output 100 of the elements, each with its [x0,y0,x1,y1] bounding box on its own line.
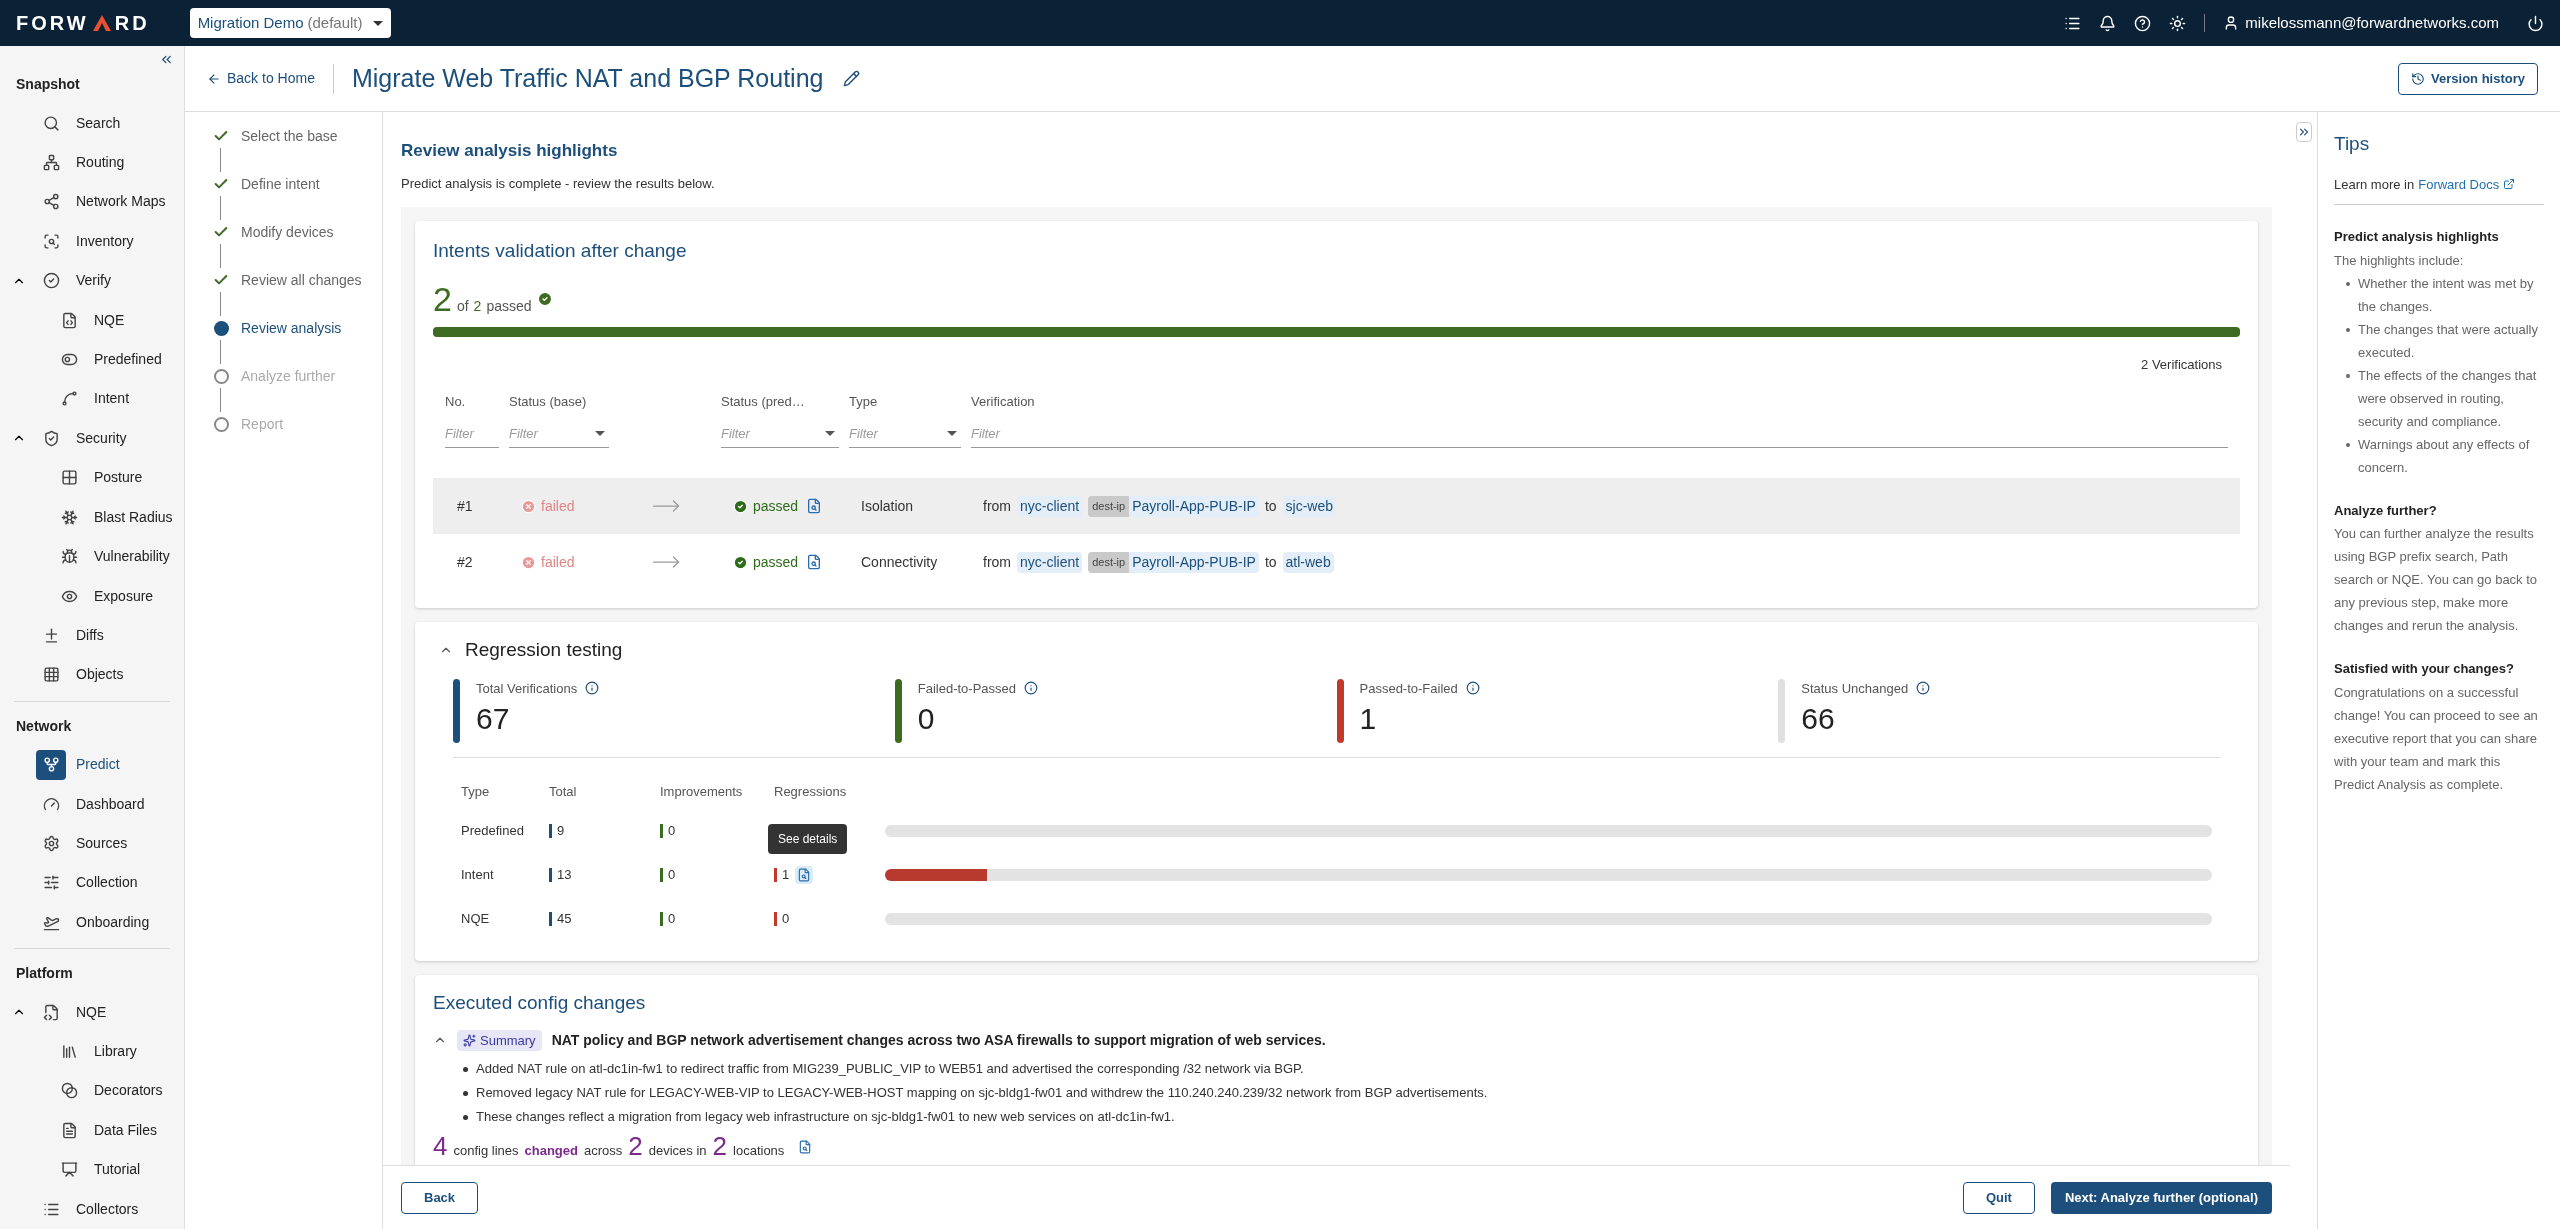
docs-link[interactable]: Forward Docs [2418,174,2500,194]
tip-bullet: Whether the intent was met by the changes. [2358,274,2535,316]
learn-more-text: Learn more in [2334,175,2415,194]
sidebar-item[interactable]: Diffs [76,624,104,646]
sidebar-item[interactable]: Vulnerability [94,546,170,568]
bullet-icon [2346,327,2350,332]
status-label: failed [541,552,575,572]
source-tag: nyc-client [1017,495,1083,517]
status-label: passed [753,496,799,516]
status-label: failed [541,496,575,516]
sidebar-item[interactable]: Blast Radius [94,506,173,528]
stat-value: 1 [1359,701,1378,737]
file-search-icon[interactable] [806,554,823,570]
bullet-icon [463,1114,468,1120]
summary-text: NAT policy and BGP network advertisement changes across two ASA firewalls to support migration of web services. [551,1030,1326,1050]
info-icon[interactable] [585,681,600,696]
details-icon[interactable] [795,866,814,884]
back-link[interactable]: Back to Home [207,68,315,89]
tip-bullet: The effects of the changes that were observed in routing, security and compliance. [2358,366,2538,431]
sidebar-item[interactable]: Posture [94,467,143,489]
file-icon[interactable] [798,1139,813,1154]
sidebar-item[interactable]: NQE [76,1001,107,1023]
workspace-dropdown[interactable]: Migration Demo (default) [189,8,391,38]
change-description: These changes reflect a migration from legacy web infrastructure on sjc-bldg1-fw01 to new web services on atl-dc1in-fw1. [476,1108,1175,1127]
check-icon [536,291,553,307]
sidebar-item[interactable]: Sources [76,833,128,854]
summary-stat-text: 4 [433,1133,448,1159]
sidebar-item[interactable]: Verify [76,270,111,292]
logo-icon [90,13,113,33]
collapse-tips-icon[interactable] [2295,122,2312,142]
step-label[interactable]: Review all changes [241,269,362,291]
sidebar-section-title: Snapshot [15,75,81,95]
column-header: Improvements [660,782,744,801]
sidebar-item[interactable]: Data Files [94,1119,158,1141]
sidebar-item[interactable]: Collection [76,872,138,894]
user-email[interactable]: mikelossmann@forwardnetworks.com [2245,11,2499,35]
help-icon[interactable] [2134,14,2152,32]
tip-text: The highlights include: [2334,251,2465,270]
external-link-icon [2503,178,2516,191]
version-history-button[interactable]: Version history [2398,62,2538,95]
theme-icon[interactable] [2169,14,2187,32]
step-label[interactable]: Select the base [241,125,338,147]
step-label[interactable]: Define intent [241,173,320,195]
step-label[interactable]: Review analysis [241,317,342,339]
step-label[interactable]: Modify devices [241,221,334,243]
next-button[interactable]: Next: Analyze further (optional) [2050,1181,2272,1214]
sidebar-item[interactable]: Intent [94,388,130,410]
sidebar-item[interactable]: Objects [76,664,124,686]
sidebar-item[interactable]: Tutorial [94,1159,141,1181]
stat-label: Total Verifications [476,679,578,698]
status-label: passed [753,552,799,572]
sidebar-item[interactable]: Dashboard [76,793,145,815]
summary-stat-text: changed [524,1142,578,1160]
summary-stat-text: locations [733,1142,785,1160]
info-icon[interactable] [1465,681,1480,696]
sidebar-item[interactable]: Decorators [94,1080,163,1102]
summary-stat-text: config lines [453,1142,519,1160]
info-icon[interactable] [1916,681,1931,696]
sidebar-item[interactable]: Inventory [76,230,134,252]
power-icon[interactable] [2527,14,2544,32]
sidebar-item[interactable]: Library [94,1041,137,1063]
quit-button[interactable]: Quit [1962,1181,2035,1214]
sidebar-item[interactable]: Predefined [94,349,162,371]
sidebar-item[interactable]: Onboarding [76,911,150,933]
sidebar-item[interactable]: Routing [76,152,125,174]
source-tag: nyc-client [1017,551,1083,573]
type-cell-text: Intent [461,866,494,885]
table-row[interactable]: #1 failed passed Isolation from nyc-client dest-ip Payroll-App-PUB-IP to sjc-web [433,478,2240,534]
sparkle-icon [463,1033,476,1047]
tip-bullet: The changes that were actually executed. [2358,320,2539,362]
sidebar-item[interactable]: Search [76,112,121,134]
sidebar-item[interactable]: Security [76,427,127,449]
sidebar-item[interactable]: NQE [94,309,125,331]
back-button[interactable]: Back [401,1181,479,1214]
notifications-icon[interactable] [2099,14,2117,32]
sidebar-item[interactable]: Predict [76,754,120,776]
summary-stat-text: 2 [628,1133,643,1159]
regressions-cell: 0 [774,912,790,926]
target-tag: sjc-web [1282,495,1337,517]
bullet-icon [2346,373,2350,378]
card-title: Regression testing [465,638,623,662]
summary-stat-text: 2 [712,1133,728,1159]
sidebar-item[interactable]: Network Maps [76,191,166,213]
tip-text: You can further analyze the results using BGP prefix search, Path search or NQE. You can go back to any previous step, make more changes and rerun the analysis. [2334,525,2539,635]
destination-tag: Payroll-App-PUB-IP [1129,495,1259,517]
sidebar-item[interactable]: Collectors [76,1198,139,1220]
bullet-icon [463,1066,468,1072]
card-title: Executed config changes [433,991,647,1015]
cross-circle-icon [521,554,536,570]
verifications-count: 2 Verifications [2141,355,2222,374]
stat-label: Status Unchanged [1801,679,1909,698]
sidebar-item[interactable]: Exposure [94,585,154,607]
page-title: Migrate Web Traffic NAT and BGP Routing [351,62,824,94]
edit-icon[interactable] [843,70,861,87]
file-search-icon[interactable] [806,498,823,514]
logo-text: FORW [16,11,89,36]
of-label: of [456,296,469,316]
type-cell-text: Isolation [861,496,915,516]
stat-label: Passed-to-Failed [1359,679,1458,698]
info-icon[interactable] [1024,681,1039,696]
